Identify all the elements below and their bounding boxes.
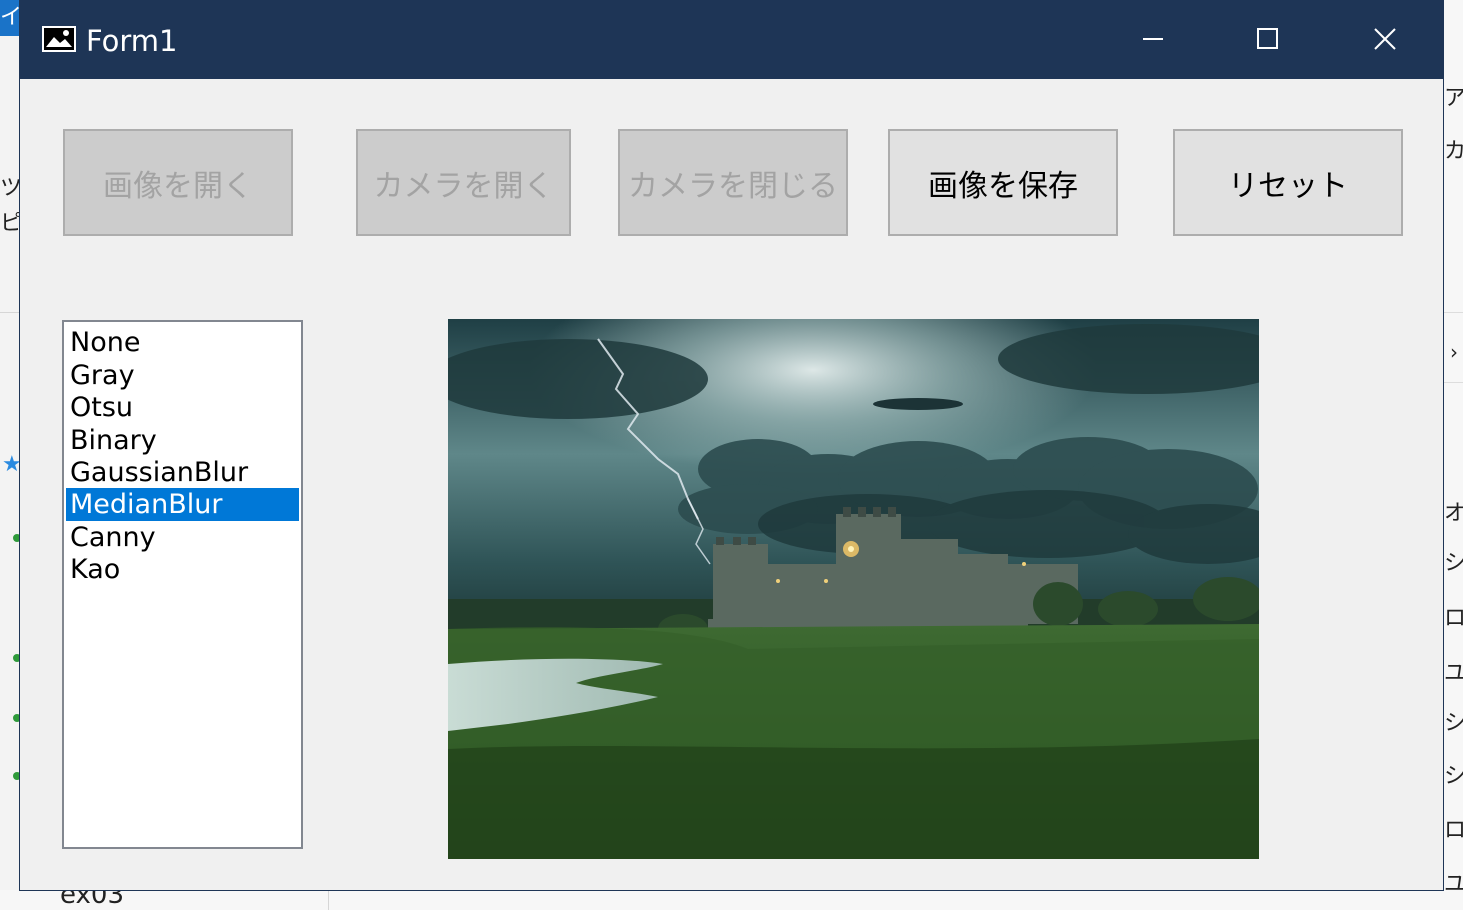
minimize-button[interactable] bbox=[1123, 9, 1183, 69]
background-right-glyph: ユ bbox=[1444, 661, 1463, 686]
background-right-glyph: シ bbox=[1444, 551, 1463, 576]
background-right-window: ア カ › オ シ ロ ユ シ シ ロ ユ bbox=[1444, 0, 1463, 910]
window-title: Form1 bbox=[86, 24, 178, 58]
close-camera-button[interactable]: カメラを閉じる bbox=[618, 129, 848, 236]
background-right-glyph: シ bbox=[1444, 711, 1463, 736]
app-icon bbox=[42, 26, 76, 52]
close-button[interactable] bbox=[1355, 9, 1415, 69]
chevron-right-icon: › bbox=[1450, 340, 1458, 364]
background-right-glyph: オ bbox=[1444, 501, 1463, 526]
list-item-gray[interactable]: Gray bbox=[66, 359, 299, 392]
open-image-button[interactable]: 画像を開く bbox=[63, 129, 293, 236]
open-camera-button[interactable]: カメラを開く bbox=[356, 129, 571, 236]
picture-box bbox=[448, 319, 1259, 859]
background-divider bbox=[328, 890, 329, 910]
background-right-glyph: シ bbox=[1444, 764, 1463, 789]
castle-landscape-image bbox=[448, 319, 1259, 859]
list-item-kao[interactable]: Kao bbox=[66, 553, 299, 586]
background-left-tab-glyph: イ bbox=[0, 5, 20, 30]
minimize-icon bbox=[1143, 38, 1163, 40]
filter-listbox[interactable]: None Gray Otsu Binary GaussianBlur Media… bbox=[62, 320, 303, 849]
close-icon bbox=[1374, 28, 1396, 50]
background-right-glyph: ロ bbox=[1444, 818, 1463, 843]
form-window: Form1 画像を開く カメラを開く カメラを閉じる 画像を保存 リセット No… bbox=[19, 0, 1444, 891]
list-item-medianblur[interactable]: MedianBlur bbox=[66, 488, 299, 521]
list-item-none[interactable]: None bbox=[66, 326, 299, 359]
background-right-glyph: カ bbox=[1444, 139, 1463, 164]
title-bar[interactable]: Form1 bbox=[20, 1, 1443, 79]
background-divider bbox=[1444, 382, 1463, 383]
background-divider bbox=[1444, 312, 1463, 313]
maximize-button[interactable] bbox=[1238, 9, 1298, 69]
list-item-otsu[interactable]: Otsu bbox=[66, 391, 299, 424]
background-left-glyph: ツ bbox=[0, 176, 20, 201]
background-bottom-window: ex03 bbox=[0, 890, 1463, 910]
background-bottom-text: ex03 bbox=[60, 890, 125, 910]
background-right-glyph: ア bbox=[1444, 86, 1463, 111]
maximize-icon bbox=[1257, 28, 1278, 49]
list-item-canny[interactable]: Canny bbox=[66, 521, 299, 554]
save-image-button[interactable]: 画像を保存 bbox=[888, 129, 1118, 236]
reset-button[interactable]: リセット bbox=[1173, 129, 1403, 236]
background-left-glyph: ピ bbox=[0, 211, 20, 236]
background-right-glyph: ロ bbox=[1444, 606, 1463, 631]
list-item-gaussianblur[interactable]: GaussianBlur bbox=[66, 456, 299, 489]
background-divider bbox=[0, 312, 20, 313]
background-left-tab: イ bbox=[0, 0, 20, 36]
background-left-window: イ ツ ピ ★ bbox=[0, 0, 22, 910]
list-item-binary[interactable]: Binary bbox=[66, 424, 299, 457]
